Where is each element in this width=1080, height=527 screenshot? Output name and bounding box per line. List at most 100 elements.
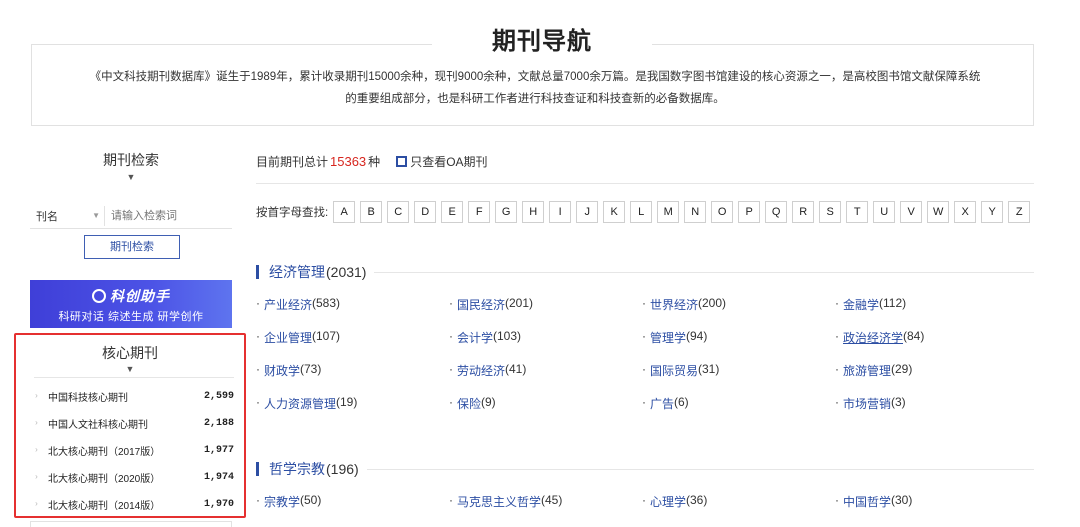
search-row: 刊名 ▼: [30, 203, 232, 229]
banner-title-text: 科创助手: [110, 288, 170, 304]
search-field-select[interactable]: 刊名 ▼: [30, 205, 104, 227]
letter-button[interactable]: M: [657, 201, 680, 223]
letter-button[interactable]: G: [495, 201, 518, 223]
letter-button[interactable]: K: [603, 201, 626, 223]
subcategory-item[interactable]: · 会计学 (103): [449, 329, 642, 362]
robot-icon: [92, 289, 106, 303]
subcategory-item[interactable]: · 世界经济 (200): [642, 296, 835, 329]
search-section-title: 期刊检索: [103, 152, 159, 168]
bullet-icon: ›: [34, 446, 39, 455]
divider: [34, 377, 234, 378]
intro-text: 《中文科技期刊数据库》诞生于1989年，累计收录期刊15000余种，现刊9000…: [60, 66, 1010, 110]
oa-only-label: 只查看OA期刊: [410, 155, 488, 169]
core-journal-item[interactable]: › 中国科技核心期刊 2,599: [34, 383, 234, 410]
intro-line-1: 《中文科技期刊数据库》诞生于1989年，累计收录期刊15000余种，现刊9000…: [89, 71, 981, 83]
subcategory-item[interactable]: · 旅游管理 (29): [835, 362, 1028, 395]
letter-button[interactable]: Y: [981, 201, 1004, 223]
letter-button[interactable]: V: [900, 201, 923, 223]
letter-button[interactable]: L: [630, 201, 653, 223]
subcategory-item[interactable]: · 国际贸易 (31): [642, 362, 835, 395]
letter-button[interactable]: E: [441, 201, 464, 223]
category-header: 经济管理 (2031): [256, 262, 1034, 282]
subcategory-item[interactable]: · 广告 (6): [642, 395, 835, 428]
category-count: (196): [326, 461, 359, 477]
core-journal-item[interactable]: › 北大核心期刊（2017版） 1,977: [34, 437, 234, 464]
letter-button[interactable]: T: [846, 201, 869, 223]
total-summary: 目前期刊总计 15363 种 只查看OA期刊: [256, 153, 488, 170]
search-input[interactable]: [104, 205, 228, 226]
category-philosophy-religion: 哲学宗教 (196) · 宗教学 (50) · 马克思主义哲学 (45) · 心理学 (36…: [256, 459, 1034, 526]
divider: [366, 468, 1034, 470]
letter-button[interactable]: A: [333, 201, 356, 223]
journal-search-button[interactable]: 期刊检索: [84, 235, 180, 259]
subcategory-item[interactable]: · 宗教学 (50): [256, 493, 449, 526]
category-economics: 经济管理 (2031) · 产业经济 (583) · 国民经济 (201) · 世界经济(…: [256, 262, 1034, 428]
total-suffix: 种: [368, 155, 381, 169]
category-marker: [256, 265, 259, 279]
checkbox-icon: [396, 156, 408, 167]
letter-button[interactable]: I: [549, 201, 572, 223]
subcategory-item[interactable]: · 心理学 (36): [642, 493, 835, 526]
down-triangle-icon: ▼: [126, 172, 136, 182]
core-journal-item[interactable]: › 北大核心期刊（2020版） 1,974: [34, 464, 234, 491]
letter-button[interactable]: D: [414, 201, 437, 223]
subcategory-item[interactable]: · 金融学 (112): [835, 296, 1028, 329]
letter-button[interactable]: F: [468, 201, 491, 223]
core-journals-list: › 中国科技核心期刊 2,599 › 中国人文社科核心期刊 2,188 › 北大核心期刊（…: [34, 383, 234, 518]
chevron-down-icon: ▼: [92, 211, 100, 220]
search-field-label: 刊名: [36, 210, 58, 223]
divider: [256, 183, 1034, 184]
letter-button[interactable]: N: [684, 201, 707, 223]
subcategory-item[interactable]: · 政治经济学 (84): [835, 329, 1028, 362]
banner-subtitle: 科研对话 综述生成 研学创作: [58, 311, 204, 323]
core-journal-item[interactable]: › 中国人文社科核心期刊 2,188: [34, 410, 234, 437]
category-header: 哲学宗教 (196): [256, 459, 1034, 479]
bullet-icon: ›: [34, 392, 39, 401]
intro-line-2: 的重要组成部分，也是科研工作者进行科技查证和科技查新的必备数据库。: [345, 93, 725, 105]
oa-only-checkbox[interactable]: 只查看OA期刊: [396, 153, 488, 170]
kechuang-assistant-banner[interactable]: 科创助手 科研对话 综述生成 研学创作: [30, 280, 232, 328]
letter-button[interactable]: W: [927, 201, 950, 223]
letter-button[interactable]: Z: [1008, 201, 1031, 223]
subcategory-item[interactable]: · 财政学 (73): [256, 362, 449, 395]
bullet-icon: ›: [34, 419, 39, 428]
letter-button[interactable]: S: [819, 201, 842, 223]
subcategory-item[interactable]: · 人力资源管理 (19): [256, 395, 449, 428]
subcategory-item[interactable]: · 劳动经济 (41): [449, 362, 642, 395]
category-marker: [256, 462, 259, 476]
letter-button[interactable]: J: [576, 201, 599, 223]
left-sidebar: 期刊检索 ▼ 刊名 ▼ 期刊检索 科创助手 科研对话 综述生成 研学创作: [30, 148, 232, 328]
letter-button[interactable]: O: [711, 201, 734, 223]
letter-button[interactable]: X: [954, 201, 977, 223]
subcategory-item[interactable]: · 马克思主义哲学 (45): [449, 493, 642, 526]
subcategory-item[interactable]: · 管理学 (94): [642, 329, 835, 362]
letter-index: 按首字母查找: A B C D E F G H I J K L M N O P …: [256, 201, 1035, 223]
letter-button[interactable]: R: [792, 201, 815, 223]
category-count: (2031): [326, 264, 367, 280]
divider: [374, 271, 1034, 273]
bullet-icon: ›: [34, 473, 39, 482]
banner-title: 科创助手: [30, 286, 232, 306]
subcategory-item[interactable]: · 企业管理 (107): [256, 329, 449, 362]
page-title: 期刊导航: [432, 22, 652, 62]
subcategory-item[interactable]: · 保险 (9): [449, 395, 642, 428]
letter-button[interactable]: P: [738, 201, 761, 223]
letter-button[interactable]: Q: [765, 201, 788, 223]
core-journals-panel: 核心期刊 ▼ › 中国科技核心期刊 2,599 › 中国人文社科核心期刊 2,188 ›…: [14, 333, 246, 518]
subcategory-item[interactable]: · 产业经济 (583): [256, 296, 449, 329]
letter-button[interactable]: B: [360, 201, 383, 223]
subcategory-item[interactable]: · 国民经济 (201): [449, 296, 642, 329]
total-count: 15363: [330, 154, 367, 169]
next-panel-edge: [30, 521, 232, 527]
subcategory-item[interactable]: · 市场营销 (3): [835, 395, 1028, 428]
core-journal-item[interactable]: › 北大核心期刊（2014版） 1,970: [34, 491, 234, 518]
letter-button[interactable]: C: [387, 201, 410, 223]
subcategory-item[interactable]: · 中国哲学 (30): [835, 493, 1028, 526]
letter-button[interactable]: U: [873, 201, 896, 223]
category-name[interactable]: 经济管理: [269, 262, 325, 282]
subcategory-grid: · 产业经济 (583) · 国民经济 (201) · 世界经济 (200) · 金融学 (11…: [256, 296, 1034, 428]
category-name[interactable]: 哲学宗教: [269, 459, 325, 479]
letter-button[interactable]: H: [522, 201, 545, 223]
core-journals-title: 核心期刊: [102, 345, 158, 361]
down-triangle-icon: ▼: [125, 364, 135, 374]
